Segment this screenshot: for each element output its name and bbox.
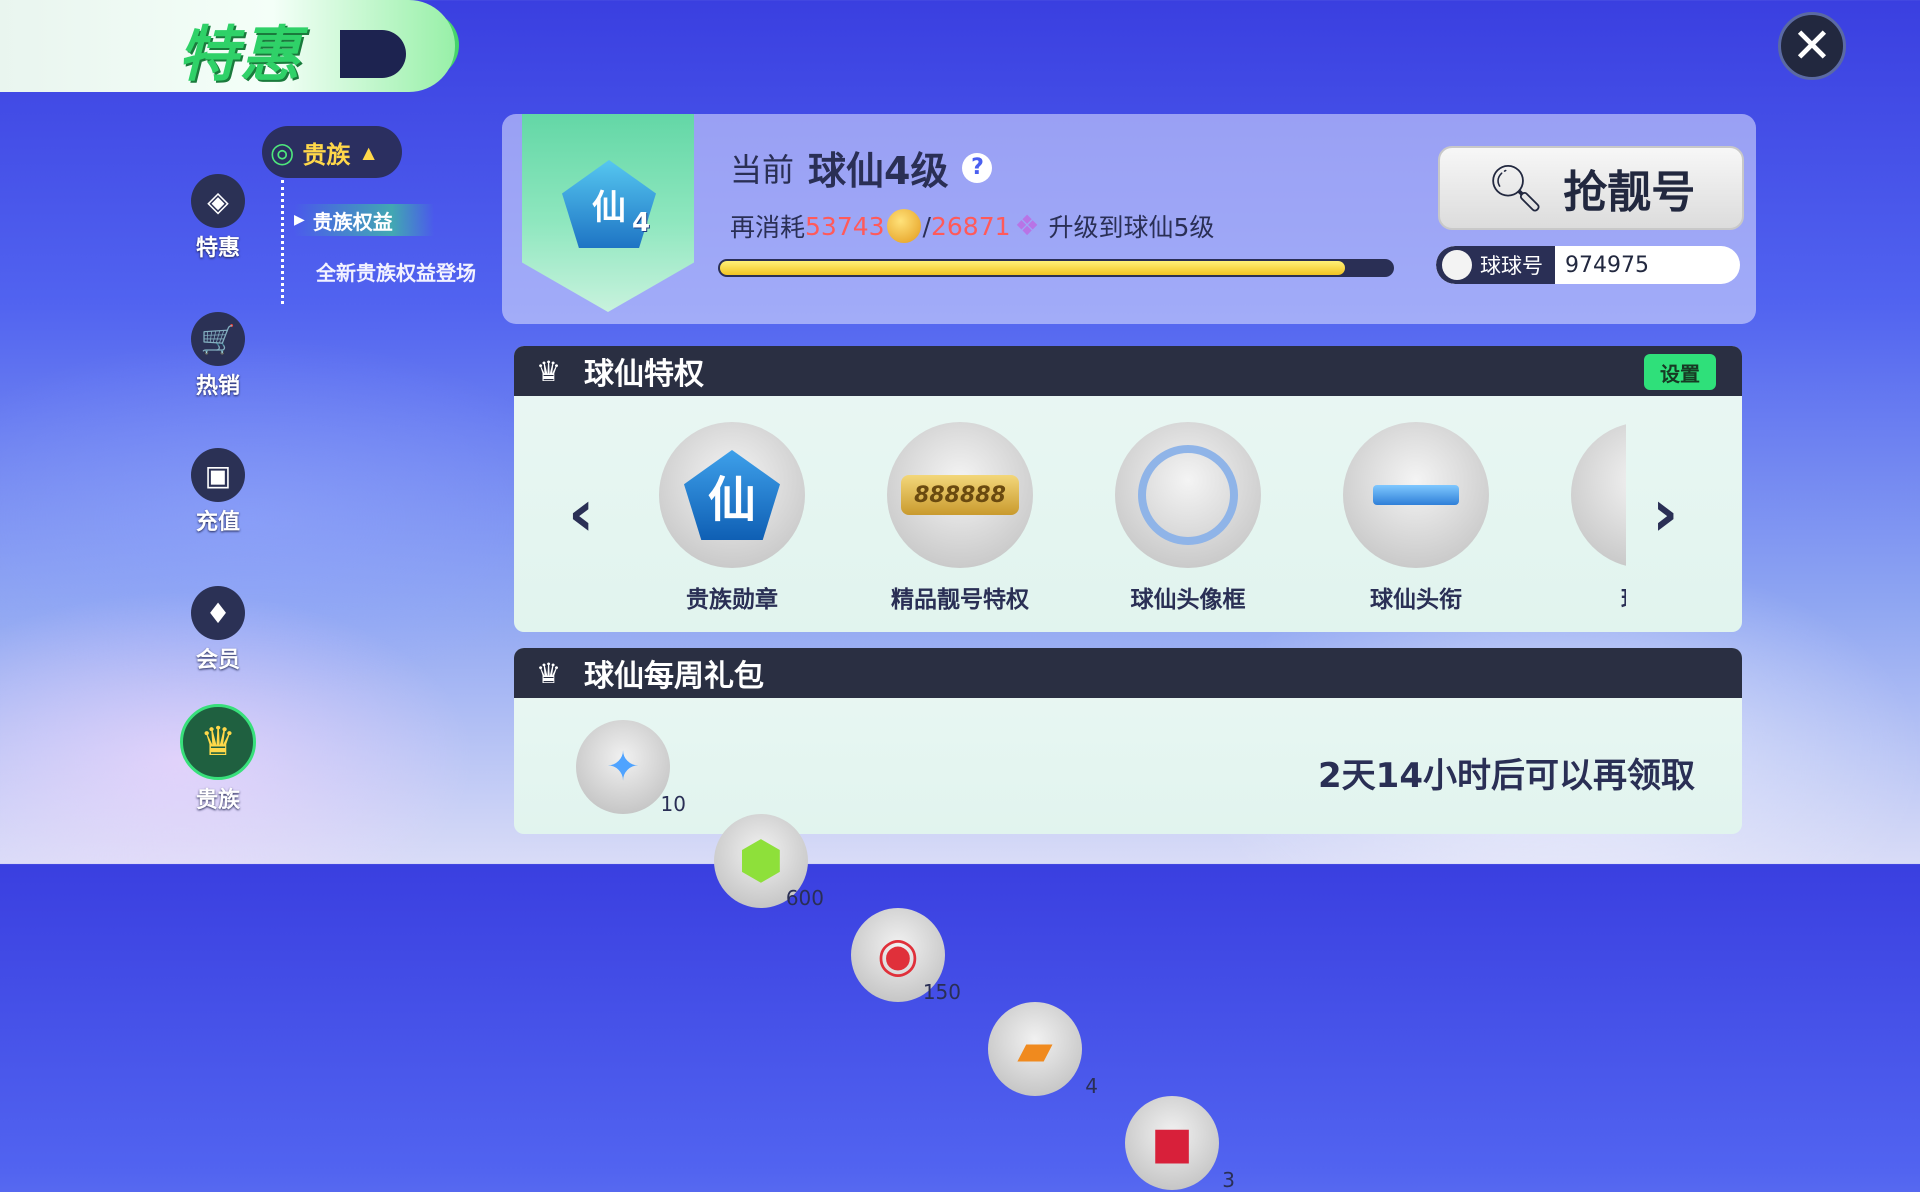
privilege-label: 球仙头像框 [1130, 587, 1246, 613]
privilege-item-number[interactable]: 888888 精品靓号特权 [860, 422, 1060, 614]
title-tag-icon [1343, 422, 1489, 568]
title-banner-tail [340, 30, 406, 78]
wallet-icon: ▣ [191, 448, 245, 502]
medal-icon: 仙 [659, 422, 805, 568]
privileges-header: ♛ 球仙特权 设置 [514, 346, 1742, 396]
purple-gem-icon: ❖ [1014, 209, 1040, 242]
gift-count: 600 [785, 886, 824, 910]
number-plate: 888888 [901, 475, 1019, 515]
cooldown-text: 2天14小时后可以再领取 [1318, 756, 1695, 796]
gift-count: 10 [660, 792, 686, 816]
gift-count: 150 [922, 980, 961, 1004]
subnav-item[interactable]: 全新贵族权益登场 [316, 257, 476, 286]
selected-triangle-icon: ▶ [294, 212, 305, 228]
privilege-item-medal[interactable]: 仙 贵族勋章 [632, 422, 832, 614]
crown-icon: ♛ [536, 656, 562, 690]
gift-item[interactable]: ▰ 4 [988, 1002, 1098, 1098]
close-button[interactable]: ✕ [1778, 12, 1846, 80]
nav-item-chongzhi[interactable]: ▣ 充值 [168, 448, 268, 536]
gift-count: 3 [1222, 1168, 1235, 1192]
player-id-label-wrap: 球球号 [1436, 246, 1555, 284]
subnav-dotted-line [281, 180, 284, 304]
current-prefix: 当前 [730, 150, 795, 189]
grab-number-label: 抢靓号 [1563, 167, 1696, 218]
gold-coin-icon [886, 209, 921, 243]
weekly-title: 球仙每周礼包 [584, 659, 764, 694]
privilege-label: 球仙头衔 [1370, 587, 1462, 613]
nav-label: 热销 [195, 374, 240, 399]
privilege-item-title[interactable]: 球仙头衔 [1316, 422, 1516, 614]
green-gem-icon: ⬢ [738, 831, 784, 891]
lollipop-icon: ◉ [877, 927, 919, 983]
weekly-gift-card: ♛ 球仙每周礼包 [514, 648, 1742, 834]
settings-button[interactable]: 设置 [1644, 354, 1716, 390]
next-arrow-icon[interactable]: › [1652, 482, 1678, 546]
upgrade-text: 升级到球仙5级 [1048, 213, 1215, 242]
gift-item[interactable]: ◉ 150 [851, 908, 961, 1004]
crown-icon: ♛ [536, 354, 562, 388]
giftbox-icon: ■ [1151, 1117, 1193, 1169]
level-progress-fill [720, 261, 1345, 275]
player-id-box: 球球号 974975 [1436, 246, 1740, 284]
crown-icon: ♛ [180, 704, 256, 780]
ticket-icon: ▰ [1017, 1022, 1053, 1076]
gift-item[interactable]: ⬢ 600 [714, 814, 824, 910]
help-icon[interactable]: ? [962, 152, 993, 183]
subnav-item-selected[interactable]: ▶ 贵族权益 [294, 204, 434, 236]
collapse-triangle-icon: ▲ [362, 142, 375, 162]
partial-privilege-icon [1571, 422, 1626, 568]
nav-item-huiyuan[interactable]: ♦ 会员 [168, 586, 268, 674]
number-plate-icon: 888888 [887, 422, 1033, 568]
page-title: 特惠 [178, 20, 302, 90]
gift-item[interactable]: ✦ 10 [576, 720, 686, 816]
avatar [1442, 250, 1472, 280]
privilege-label: 球仙 [1544, 580, 1626, 614]
gift-count: 4 [1085, 1074, 1098, 1098]
privileges-title: 球仙特权 [584, 357, 704, 392]
avatar-frame-icon [1115, 422, 1261, 568]
privilege-item-frame[interactable]: 球仙头像框 [1088, 422, 1288, 614]
swirl-icon: ◎ [270, 135, 295, 169]
close-icon: ✕ [1791, 18, 1833, 74]
frame-ring [1138, 445, 1238, 545]
gift-item[interactable]: ■ 3 [1125, 1096, 1235, 1192]
nav-item-rexiao[interactable]: 🛒 热销 [168, 312, 268, 400]
current-level-row: 当前 球仙4级 ? [730, 140, 993, 195]
nav-label: 充值 [195, 510, 240, 535]
tag-icon: ◈ [191, 174, 245, 228]
grab-number-button[interactable]: 🔍︎ 抢靓号 [1438, 146, 1744, 230]
privilege-label: 贵族勋章 [686, 587, 778, 613]
nav-label: 特惠 [195, 236, 240, 261]
consume-prefix: 再消耗 [730, 213, 806, 242]
coin-amount: 53743 [805, 211, 885, 241]
subnav-head-label: 贵族 [302, 140, 351, 169]
level-badge-number: 4 [632, 208, 651, 238]
cart-icon: 🛒 [191, 312, 245, 366]
nav-label: 贵族 [195, 788, 240, 813]
prev-arrow-icon[interactable]: ‹ [568, 482, 594, 546]
wand-icon: ✦ [606, 744, 640, 790]
player-id-value: 974975 [1565, 252, 1649, 278]
privilege-item-partial[interactable]: 球仙 [1544, 422, 1626, 622]
vip-icon: ♦ [191, 586, 245, 640]
upgrade-requirement: 再消耗 53743 / 26871 ❖ 升级到球仙5级 [730, 208, 1214, 244]
nav-item-tehui[interactable]: ◈ 特惠 [168, 174, 268, 262]
medal-shape: 仙 [684, 450, 780, 540]
player-id-label: 球球号 [1480, 254, 1543, 278]
weekly-header: ♛ 球仙每周礼包 [514, 648, 1742, 698]
gem-amount: 26871 [930, 211, 1011, 241]
separator: / [922, 211, 931, 241]
privilege-label: 精品靓号特权 [891, 587, 1029, 613]
nav-item-guizu[interactable]: ♛ 贵族 [168, 704, 268, 814]
subnav-head[interactable]: ◎ 贵族 ▲ [262, 126, 402, 178]
title-tag [1373, 485, 1459, 505]
subnav-item-label: 贵族权益 [312, 209, 393, 234]
current-level: 球仙4级 [808, 149, 949, 193]
nav-label: 会员 [195, 648, 240, 673]
search-icon: 🔍︎ [1486, 160, 1546, 215]
